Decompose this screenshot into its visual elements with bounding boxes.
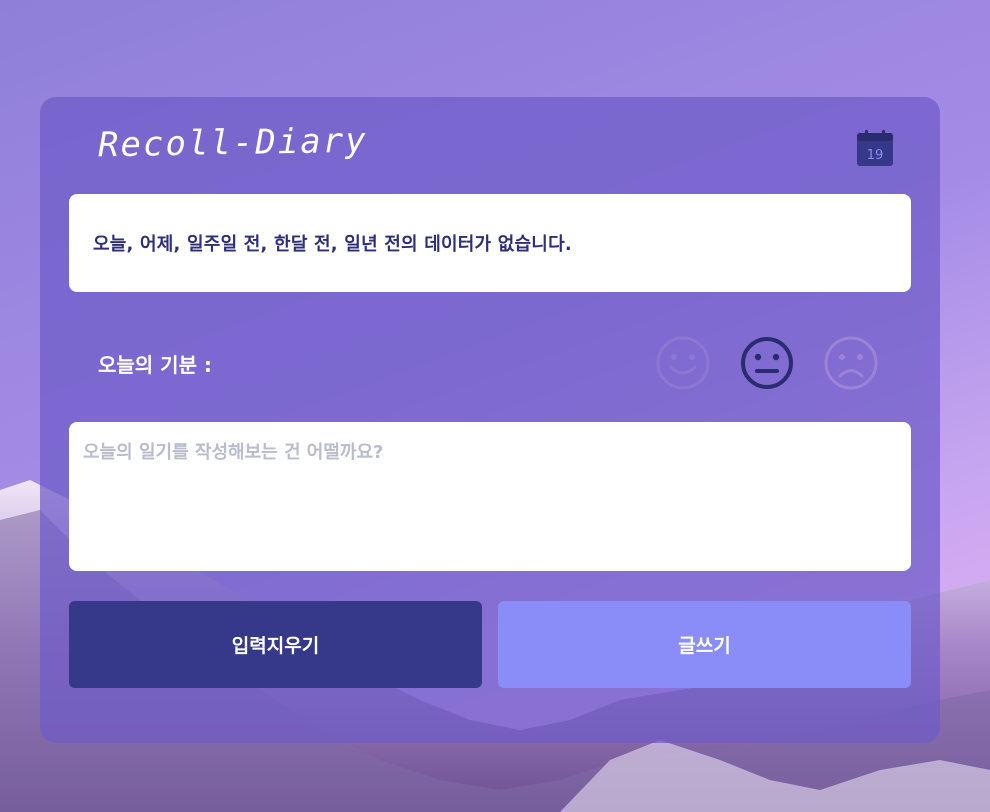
history-info-text: 오늘, 어제, 일주일 전, 한달 전, 일년 전의 데이터가 없습니다. (93, 234, 572, 255)
write-button[interactable]: 글쓰기 (498, 601, 911, 688)
calendar-day: 19 (867, 148, 884, 163)
mood-happy-button[interactable] (654, 334, 712, 392)
history-info-box: 오늘, 어제, 일주일 전, 한달 전, 일년 전의 데이터가 없습니다. (69, 194, 911, 292)
app-title: Recoll-Diary (97, 120, 368, 166)
diary-card: Recoll-Diary 19 오늘, 어제, 일주일 전, 한달 전, 일년 … (40, 97, 940, 743)
mood-label: 오늘의 기분 : (98, 353, 212, 377)
calendar-button[interactable]: 19 (857, 130, 893, 166)
mood-neutral-button[interactable] (738, 334, 796, 392)
calendar-icon: 19 (857, 130, 893, 166)
neutral-face-icon (741, 337, 793, 389)
mood-selector (654, 334, 884, 394)
diary-textarea[interactable] (69, 422, 911, 571)
clear-input-button[interactable]: 입력지우기 (69, 601, 482, 688)
mood-sad-button[interactable] (822, 334, 880, 392)
smile-face-icon (656, 336, 710, 390)
sad-face-icon (824, 336, 878, 390)
